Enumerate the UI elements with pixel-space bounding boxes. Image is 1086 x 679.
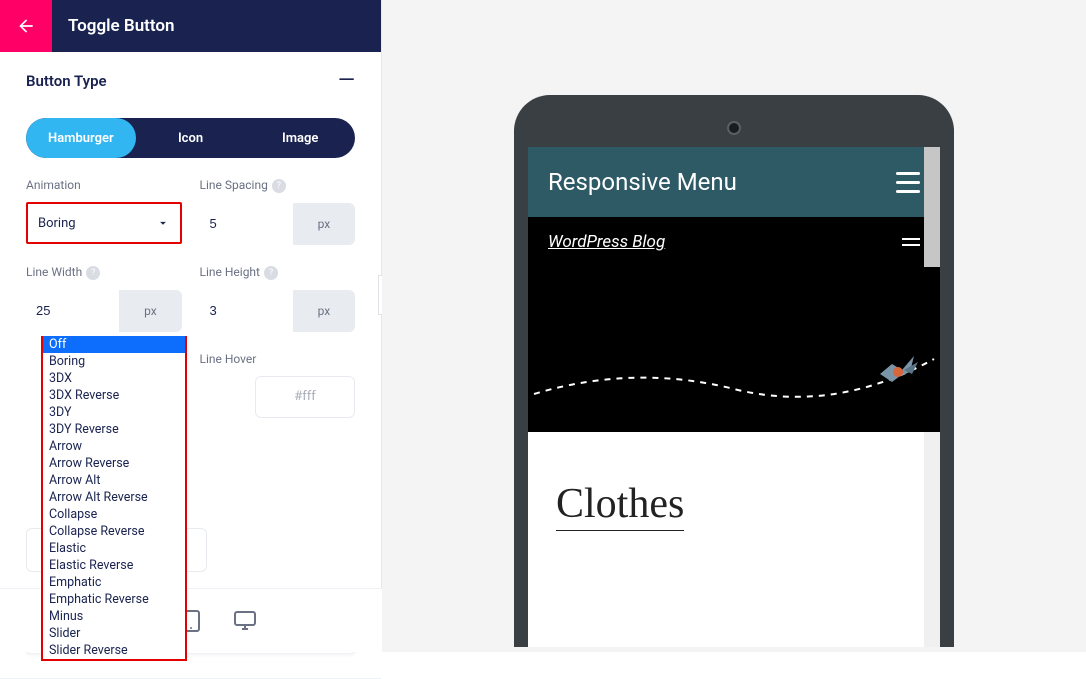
line-spacing-input: px bbox=[200, 203, 356, 245]
hamburger-line-icon bbox=[902, 244, 920, 246]
animation-option[interactable]: 3DX bbox=[43, 370, 185, 387]
line-hover-field[interactable]: #fff bbox=[255, 376, 355, 418]
line-height-input: px bbox=[200, 290, 356, 332]
line-spacing-unit: px bbox=[293, 203, 355, 245]
desktop-icon bbox=[234, 611, 256, 631]
line-height-label: Line Height bbox=[200, 265, 260, 279]
animation-option[interactable]: Elastic Reverse bbox=[43, 557, 185, 574]
animation-option[interactable]: 3DX Reverse bbox=[43, 387, 185, 404]
animation-option[interactable]: Collapse Reverse bbox=[43, 523, 185, 540]
phone-frame: Responsive Menu WordPress Blog bbox=[514, 95, 954, 647]
line-hover-label: Line Hover bbox=[200, 352, 356, 366]
hamburger-line-icon bbox=[896, 190, 920, 193]
line-spacing-label: Line Spacing bbox=[200, 178, 268, 192]
animation-option[interactable]: Arrow bbox=[43, 438, 185, 455]
page-content: Clothes bbox=[528, 432, 940, 531]
section-title: Button Type bbox=[26, 72, 107, 90]
animation-option[interactable]: Emphatic Reverse bbox=[43, 591, 185, 608]
animation-option[interactable]: Collapse bbox=[43, 506, 185, 523]
responsive-menu-bar: Responsive Menu bbox=[528, 147, 940, 217]
line-width-input: px bbox=[26, 290, 182, 332]
line-width-label: Line Width bbox=[26, 265, 82, 279]
bird-icon bbox=[874, 352, 918, 388]
live-preview-pane: Responsive Menu WordPress Blog bbox=[382, 0, 1086, 652]
responsive-menu-hamburger[interactable] bbox=[896, 172, 920, 193]
back-button[interactable] bbox=[0, 0, 52, 52]
animation-option[interactable]: Emphatic bbox=[43, 574, 185, 591]
section-button-type-head[interactable]: Button Type — bbox=[0, 52, 381, 110]
animation-option[interactable]: Arrow Reverse bbox=[43, 455, 185, 472]
animation-option[interactable]: 3DY bbox=[43, 404, 185, 421]
hamburger-line-icon bbox=[902, 238, 920, 240]
button-type-segments: Hamburger Icon Image bbox=[26, 118, 355, 158]
animation-option[interactable]: Arrow Alt Reverse bbox=[43, 489, 185, 506]
responsive-menu-title: Responsive Menu bbox=[548, 168, 737, 196]
animation-option[interactable]: Elastic bbox=[43, 540, 185, 557]
animation-option[interactable]: 3DY Reverse bbox=[43, 421, 185, 438]
segment-image[interactable]: Image bbox=[245, 118, 355, 158]
collapse-icon: — bbox=[338, 74, 355, 88]
wp-blog-title[interactable]: WordPress Blog bbox=[548, 232, 665, 252]
help-icon[interactable]: ? bbox=[272, 179, 286, 193]
segment-icon[interactable]: Icon bbox=[136, 118, 246, 158]
sidebar-header: Toggle Button bbox=[0, 0, 381, 52]
hero-image bbox=[528, 267, 940, 432]
device-desktop-button[interactable] bbox=[228, 604, 262, 638]
animation-dropdown-list[interactable]: OffBoring3DX3DX Reverse3DY3DY ReverseArr… bbox=[41, 336, 187, 661]
header-title: Toggle Button bbox=[68, 16, 175, 36]
arrow-left-icon bbox=[16, 16, 36, 36]
hamburger-line-icon bbox=[896, 181, 920, 184]
phone-screen: Responsive Menu WordPress Blog bbox=[528, 147, 940, 647]
chevron-down-icon bbox=[156, 216, 170, 230]
phone-camera-icon bbox=[727, 121, 741, 135]
animation-select[interactable]: Boring bbox=[26, 202, 182, 244]
animation-option[interactable]: Boring bbox=[43, 353, 185, 370]
wp-blog-bar: WordPress Blog bbox=[528, 217, 940, 267]
animation-option[interactable]: Slider bbox=[43, 625, 185, 642]
animation-option[interactable]: Off bbox=[43, 336, 185, 353]
line-height-field[interactable] bbox=[200, 290, 293, 332]
help-icon[interactable]: ? bbox=[86, 266, 100, 280]
help-icon[interactable]: ? bbox=[264, 266, 278, 280]
animation-option[interactable]: Slider Reverse bbox=[43, 642, 185, 659]
hamburger-line-icon bbox=[896, 172, 920, 175]
line-height-unit: px bbox=[293, 290, 355, 332]
animation-label: Animation bbox=[26, 178, 182, 192]
segment-hamburger[interactable]: Hamburger bbox=[26, 118, 136, 158]
animation-option[interactable]: Minus bbox=[43, 608, 185, 625]
line-spacing-field[interactable] bbox=[200, 203, 293, 245]
line-width-unit: px bbox=[119, 290, 181, 332]
animation-option[interactable]: Arrow Alt bbox=[43, 472, 185, 489]
animation-select-value: Boring bbox=[38, 216, 76, 231]
wp-blog-hamburger[interactable] bbox=[902, 238, 920, 246]
page-heading: Clothes bbox=[556, 480, 684, 531]
line-width-field[interactable] bbox=[26, 290, 119, 332]
